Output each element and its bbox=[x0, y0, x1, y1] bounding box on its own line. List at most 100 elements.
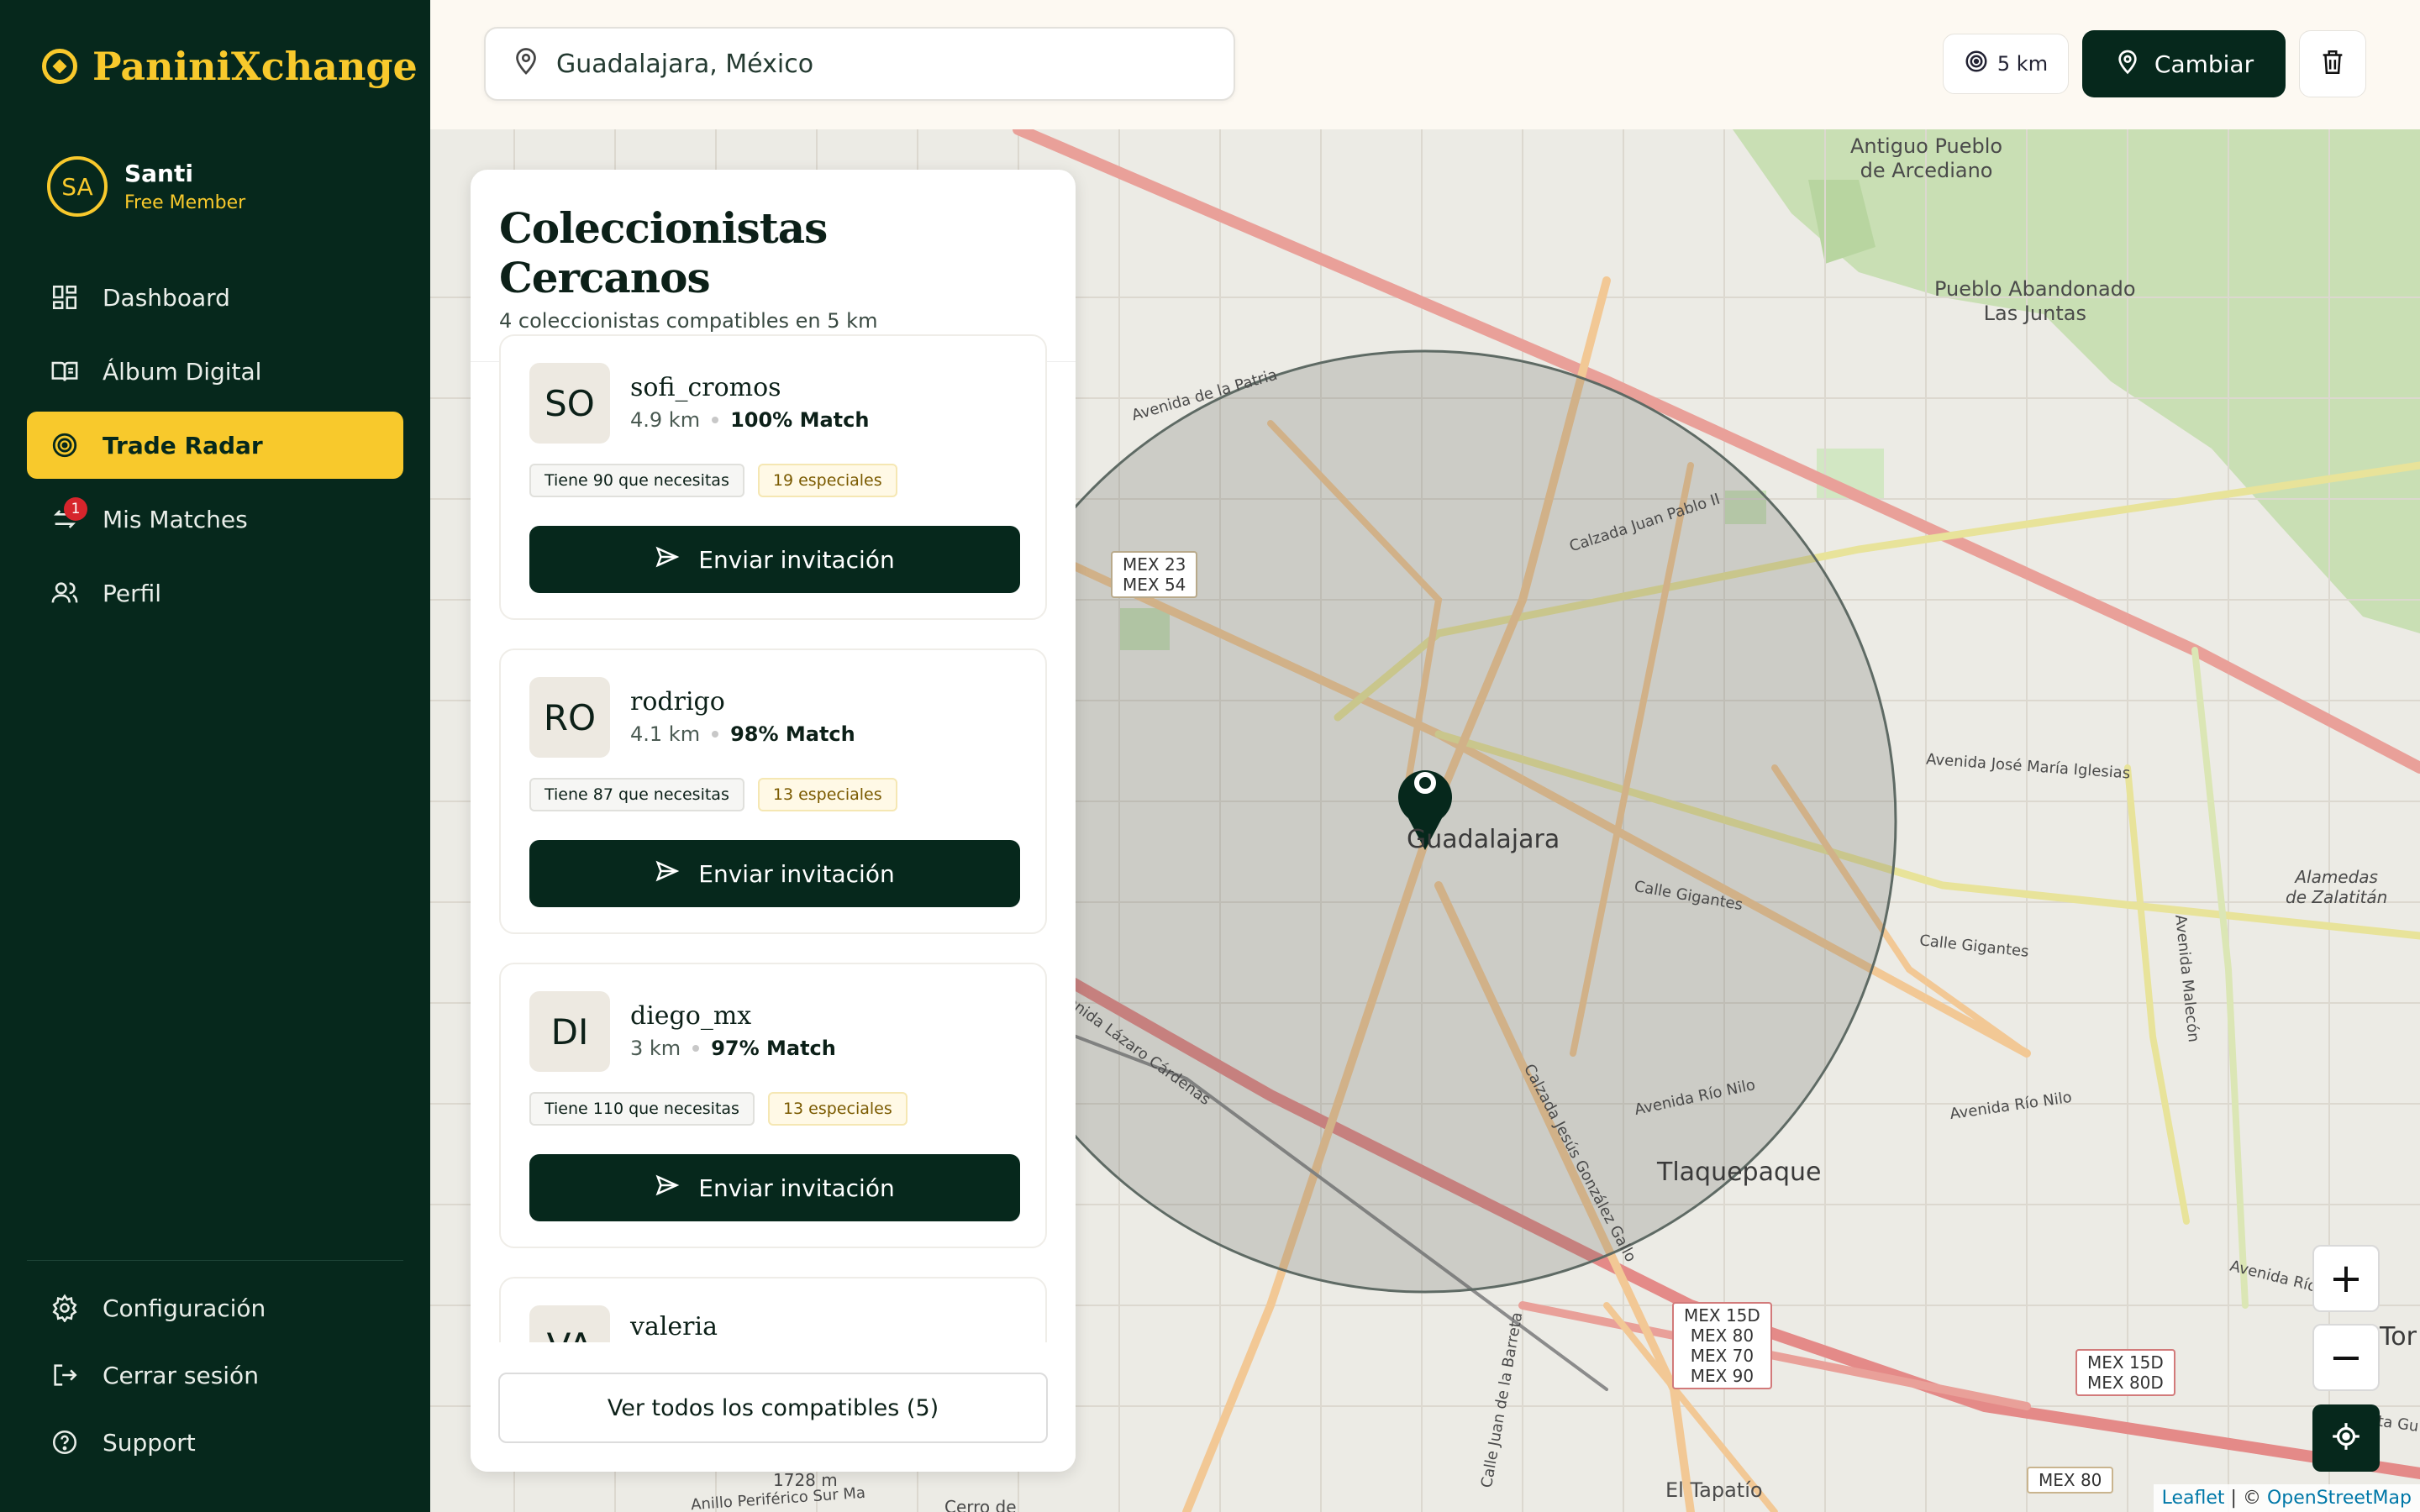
map-label-guadalajara: Guadalajara bbox=[1407, 825, 1560, 854]
have-count-tag: Tiene 87 que necesitas bbox=[529, 778, 744, 811]
collector-name: diego_mx bbox=[630, 1001, 752, 1031]
collector-meta: 3 km 97% Match bbox=[630, 1037, 836, 1060]
panel-footer: Ver todos los compatibles (5) bbox=[471, 1342, 1076, 1472]
zoom-in-button[interactable]: + bbox=[2312, 1245, 2380, 1312]
map-label-pueblo: Pueblo Abandonado Las Juntas bbox=[1934, 277, 2136, 325]
sidebar-item-logout[interactable]: Cerrar sesión bbox=[27, 1345, 403, 1405]
sidebar-item-album[interactable]: Álbum Digital bbox=[27, 338, 403, 405]
help-icon bbox=[50, 1428, 79, 1457]
locate-me-button[interactable] bbox=[2312, 1404, 2380, 1472]
change-label: Cambiar bbox=[2154, 50, 2254, 78]
sidebar-item-mis-matches[interactable]: 1 Mis Matches bbox=[27, 486, 403, 553]
collector-distance: 4.9 km bbox=[630, 408, 701, 432]
collector-card[interactable]: DI diego_mx 3 km 97% Match Tiene 110 que… bbox=[499, 963, 1047, 1248]
sidebar-item-trade-radar[interactable]: Trade Radar bbox=[27, 412, 403, 479]
collector-list[interactable]: SO sofi_cromos 4.9 km 100% Match Tiene 9… bbox=[499, 334, 1047, 1472]
road-shield-mex80: MEX 80 bbox=[2027, 1467, 2114, 1494]
notification-badge: 1 bbox=[64, 497, 87, 521]
radius-selector[interactable]: 5 km bbox=[1943, 34, 2069, 94]
sidebar-item-label: Perfil bbox=[103, 579, 162, 607]
sidebar-item-label: Configuración bbox=[103, 1294, 266, 1322]
map-label-tapatio: El Tapatío bbox=[1665, 1478, 1763, 1502]
sidebar-item-label: Dashboard bbox=[103, 283, 230, 312]
brand[interactable]: PaniniXchange bbox=[42, 44, 418, 89]
sidebar-item-dashboard[interactable]: Dashboard bbox=[27, 264, 403, 331]
sidebar-item-label: Support bbox=[103, 1428, 196, 1457]
collector-avatar: SO bbox=[529, 363, 610, 444]
panel-subtitle: 4 coleccionistas compatibles en 5 km bbox=[499, 309, 878, 333]
invite-label: Enviar invitación bbox=[698, 545, 895, 574]
separator-dot bbox=[692, 1045, 700, 1052]
send-invitation-button[interactable]: Enviar invitación bbox=[529, 840, 1020, 907]
ball-logo-icon bbox=[42, 49, 77, 84]
crosshair-icon bbox=[2330, 1420, 2362, 1456]
separator-dot bbox=[712, 731, 719, 738]
send-icon bbox=[655, 544, 680, 575]
special-count-tag: 13 especiales bbox=[767, 1092, 908, 1126]
map-attribution: Leaflet | © OpenStreetMap bbox=[2153, 1484, 2420, 1512]
road-shield-mex23: MEX 23 MEX 54 bbox=[1111, 551, 1198, 598]
collector-distance: 4.1 km bbox=[630, 722, 701, 746]
user-role: Free Member bbox=[124, 192, 246, 213]
osm-link[interactable]: OpenStreetMap bbox=[2267, 1488, 2412, 1509]
main-nav: Dashboard Álbum Digital Trade Radar 1 Mi… bbox=[27, 264, 403, 633]
collector-name: rodrigo bbox=[630, 687, 725, 717]
collector-card[interactable]: RO rodrigo 4.1 km 98% Match Tiene 87 que… bbox=[499, 648, 1047, 934]
app-root: PaniniXchange SA Santi Free Member Dashb… bbox=[0, 0, 2420, 1512]
gear-icon bbox=[50, 1294, 79, 1323]
people-icon bbox=[50, 579, 79, 607]
attribution-separator: | © bbox=[2224, 1488, 2267, 1509]
location-search-input[interactable]: Guadalajara, México bbox=[484, 27, 1235, 101]
match-score: 97% Match bbox=[711, 1037, 836, 1060]
sidebar-item-perfil[interactable]: Perfil bbox=[27, 559, 403, 627]
collector-tags: Tiene 87 que necesitas 13 especiales bbox=[529, 778, 897, 811]
collector-distance: 3 km bbox=[630, 1037, 681, 1060]
collector-avatar: RO bbox=[529, 677, 610, 758]
have-count-tag: Tiene 110 que necesitas bbox=[529, 1092, 755, 1126]
location-pin-icon bbox=[511, 45, 556, 82]
invite-label: Enviar invitación bbox=[698, 1173, 895, 1202]
dashboard-icon bbox=[50, 283, 79, 312]
panel-title: Coleccionistas Cercanos bbox=[499, 203, 828, 302]
brand-name: PaniniXchange bbox=[92, 44, 418, 89]
sidebar-item-support[interactable]: Support bbox=[27, 1412, 403, 1473]
trash-icon bbox=[2318, 48, 2347, 80]
have-count-tag: Tiene 90 que necesitas bbox=[529, 464, 744, 497]
sidebar-item-label: Cerrar sesión bbox=[103, 1361, 259, 1389]
special-count-tag: 13 especiales bbox=[757, 778, 897, 811]
send-invitation-button[interactable]: Enviar invitación bbox=[529, 1154, 1020, 1221]
sidebar-item-label: Mis Matches bbox=[103, 505, 248, 533]
radar-icon bbox=[1964, 49, 1989, 79]
map-label-alamedas: Alamedas de Zalatitán bbox=[2286, 867, 2388, 907]
leaflet-link[interactable]: Leaflet bbox=[2162, 1488, 2225, 1509]
separator-dot bbox=[712, 417, 719, 423]
road-shield-mex15: MEX 15D MEX 80 MEX 70 MEX 90 bbox=[1672, 1302, 1772, 1389]
user-profile[interactable]: SA Santi Free Member bbox=[47, 156, 245, 217]
sidebar-item-configuracion[interactable]: Configuración bbox=[27, 1278, 403, 1338]
road-shield-mex15d: MEX 15D MEX 80D bbox=[2075, 1349, 2175, 1396]
send-invitation-button[interactable]: Enviar invitación bbox=[529, 526, 1020, 593]
sidebar: PaniniXchange SA Santi Free Member Dashb… bbox=[0, 0, 430, 1512]
radius-value: 5 km bbox=[1996, 52, 2049, 76]
clear-location-button[interactable] bbox=[2299, 30, 2366, 97]
collector-name: sofi_cromos bbox=[630, 373, 781, 402]
collector-card[interactable]: SO sofi_cromos 4.9 km 100% Match Tiene 9… bbox=[499, 334, 1047, 620]
sidebar-footer: Configuración Cerrar sesión Support bbox=[27, 1260, 403, 1479]
zoom-out-button[interactable]: − bbox=[2312, 1324, 2380, 1391]
book-icon bbox=[50, 357, 79, 386]
see-all-compatible-button[interactable]: Ver todos los compatibles (5) bbox=[498, 1373, 1048, 1443]
map-label-cerro: Cerro de bbox=[944, 1497, 1017, 1512]
collector-name: valeria bbox=[630, 1312, 718, 1341]
sidebar-item-label: Trade Radar bbox=[103, 431, 263, 459]
collector-avatar: DI bbox=[529, 991, 610, 1072]
invite-label: Enviar invitación bbox=[698, 859, 895, 888]
change-location-button[interactable]: Cambiar bbox=[2082, 30, 2286, 97]
match-score: 100% Match bbox=[730, 408, 870, 432]
map-label-tor: Tor bbox=[2380, 1322, 2417, 1352]
match-score: 98% Match bbox=[730, 722, 855, 746]
send-icon bbox=[655, 858, 680, 890]
collector-tags: Tiene 90 que necesitas 19 especiales bbox=[529, 464, 897, 497]
collector-meta: 4.1 km 98% Match bbox=[630, 722, 855, 746]
map-label-tlaquepaque: Tlaquepaque bbox=[1657, 1158, 1822, 1187]
top-bar: Guadalajara, México 5 km Cambiar bbox=[430, 0, 2420, 129]
